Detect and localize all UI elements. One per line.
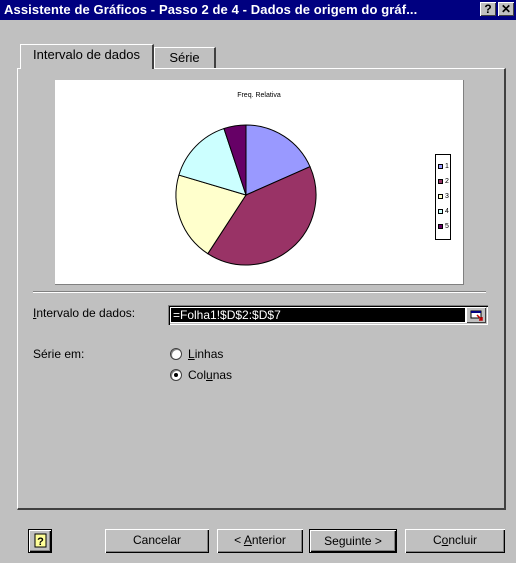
legend-item-5: 5	[438, 221, 452, 233]
chart-legend: 1 2 3 4 5	[435, 154, 451, 240]
back-label-mnemonic: A	[243, 533, 252, 547]
series-in-label: Série em:	[33, 347, 85, 361]
help-icon-glyph: ?	[37, 536, 44, 548]
cancel-button[interactable]: Cancelar	[105, 529, 209, 553]
close-icon: ✕	[500, 2, 512, 16]
chart-preview: Freq. Relativa 12345	[55, 80, 464, 285]
legend-swatch	[438, 179, 443, 184]
close-button[interactable]: ✕	[498, 2, 514, 16]
radio-rows[interactable]: Linhas	[170, 347, 290, 363]
next-label: Seguinte >	[324, 534, 382, 548]
tab-series-label: Série	[169, 50, 200, 65]
radio-rows-label: Linhas	[188, 347, 223, 361]
pie-chart	[175, 124, 317, 266]
help-button[interactable]: ?	[28, 529, 52, 553]
radio-rows-mnemonic: L	[188, 347, 195, 361]
radio-selected-dot	[174, 373, 178, 377]
radio-rows-text: inhas	[194, 347, 224, 361]
legend-swatch	[438, 209, 443, 214]
legend-item-3: 3	[438, 191, 452, 203]
help-title-button[interactable]: ?	[480, 2, 496, 16]
radio-rows-circle[interactable]	[170, 348, 182, 360]
legend-item-4: 4	[438, 206, 452, 218]
legend-label: 1	[445, 163, 449, 170]
legend-swatch	[438, 164, 443, 169]
data-range-label-text: ntervalo de dados:	[36, 306, 136, 320]
data-range-input[interactable]: =Folha1!$D$2:$D$7	[168, 305, 488, 325]
legend-item-1: 1	[438, 161, 452, 173]
finish-button[interactable]: Concluir	[405, 529, 505, 553]
radio-columns-text-pre: Col	[188, 368, 207, 382]
question-mark-icon: ?	[484, 2, 492, 16]
separator	[33, 291, 486, 293]
title-bar[interactable]: Assistente de Gráficos - Passo 2 de 4 - …	[0, 0, 516, 20]
radio-columns-text-rest: nas	[212, 368, 233, 382]
radio-columns-mnemonic: u	[206, 368, 213, 382]
finish-label-rest: ncluir	[448, 533, 478, 547]
legend-label: 2	[445, 178, 449, 185]
chart-wizard-dialog: Assistente de Gráficos - Passo 2 de 4 - …	[0, 0, 516, 563]
legend-swatch	[438, 224, 443, 229]
legend-label: 4	[445, 208, 449, 215]
finish-label-pre: C	[432, 533, 442, 547]
help-icon: ?	[34, 533, 47, 548]
collapse-dialog-icon	[470, 310, 483, 321]
collapse-dialog-button[interactable]	[466, 307, 486, 323]
data-range-label: Intervalo de dados:	[33, 306, 135, 320]
back-label-rest: nterior	[251, 533, 286, 547]
back-label-pre: <	[234, 533, 244, 547]
radio-columns-label: Colunas	[188, 368, 232, 382]
tab-data-range-label: Intervalo de dados	[33, 47, 140, 62]
radio-columns-circle[interactable]	[170, 369, 182, 381]
legend-label: 5	[445, 223, 449, 230]
cancel-label: Cancelar	[132, 533, 182, 547]
data-range-value: =Folha1!$D$2:$D$7	[171, 308, 465, 322]
radio-columns[interactable]: Colunas	[170, 368, 290, 384]
window-title: Assistente de Gráficos - Passo 2 de 4 - …	[4, 2, 418, 17]
legend-swatch	[438, 194, 443, 199]
legend-label: 3	[445, 193, 449, 200]
next-button[interactable]: Seguinte >	[309, 529, 397, 553]
tab-series[interactable]: Série	[154, 47, 216, 69]
legend-item-2: 2	[438, 176, 452, 188]
tab-data-range[interactable]: Intervalo de dados	[20, 44, 154, 69]
back-button[interactable]: < Anterior	[217, 529, 303, 553]
